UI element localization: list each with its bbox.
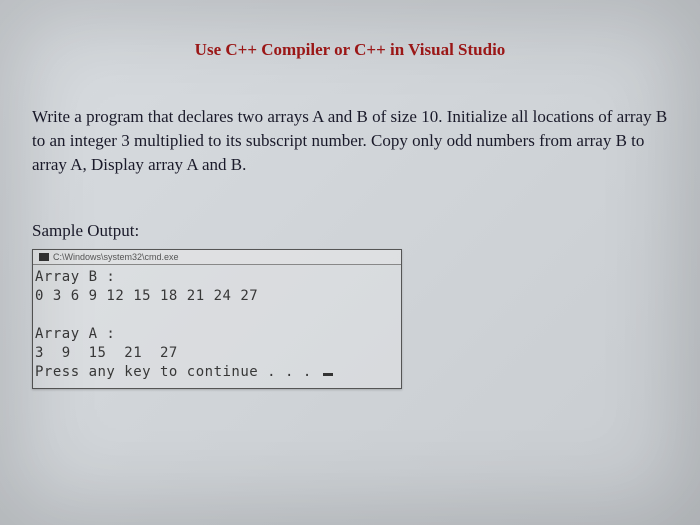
console-line: 3 9 15 21 27 (35, 345, 178, 361)
problem-statement: Write a program that declares two arrays… (32, 105, 668, 176)
console-titlebar: C:\Windows\system32\cmd.exe (33, 250, 401, 265)
console-title-path: C:\Windows\system32\cmd.exe (53, 252, 179, 262)
console-line: Press any key to continue . . . (35, 364, 321, 380)
cmd-icon (39, 253, 49, 261)
page-title: Use C++ Compiler or C++ in Visual Studio (32, 40, 668, 60)
console-line: Array B : (35, 269, 115, 285)
console-body: Array B : 0 3 6 9 12 15 18 21 24 27 Arra… (33, 265, 401, 387)
sample-output-label: Sample Output: (32, 221, 668, 241)
console-line: Array A : (35, 326, 115, 342)
cursor-icon (323, 373, 333, 376)
document-page: Use C++ Compiler or C++ in Visual Studio… (32, 40, 668, 495)
console-line: 0 3 6 9 12 15 18 21 24 27 (35, 288, 258, 304)
console-window: C:\Windows\system32\cmd.exe Array B : 0 … (32, 249, 402, 388)
